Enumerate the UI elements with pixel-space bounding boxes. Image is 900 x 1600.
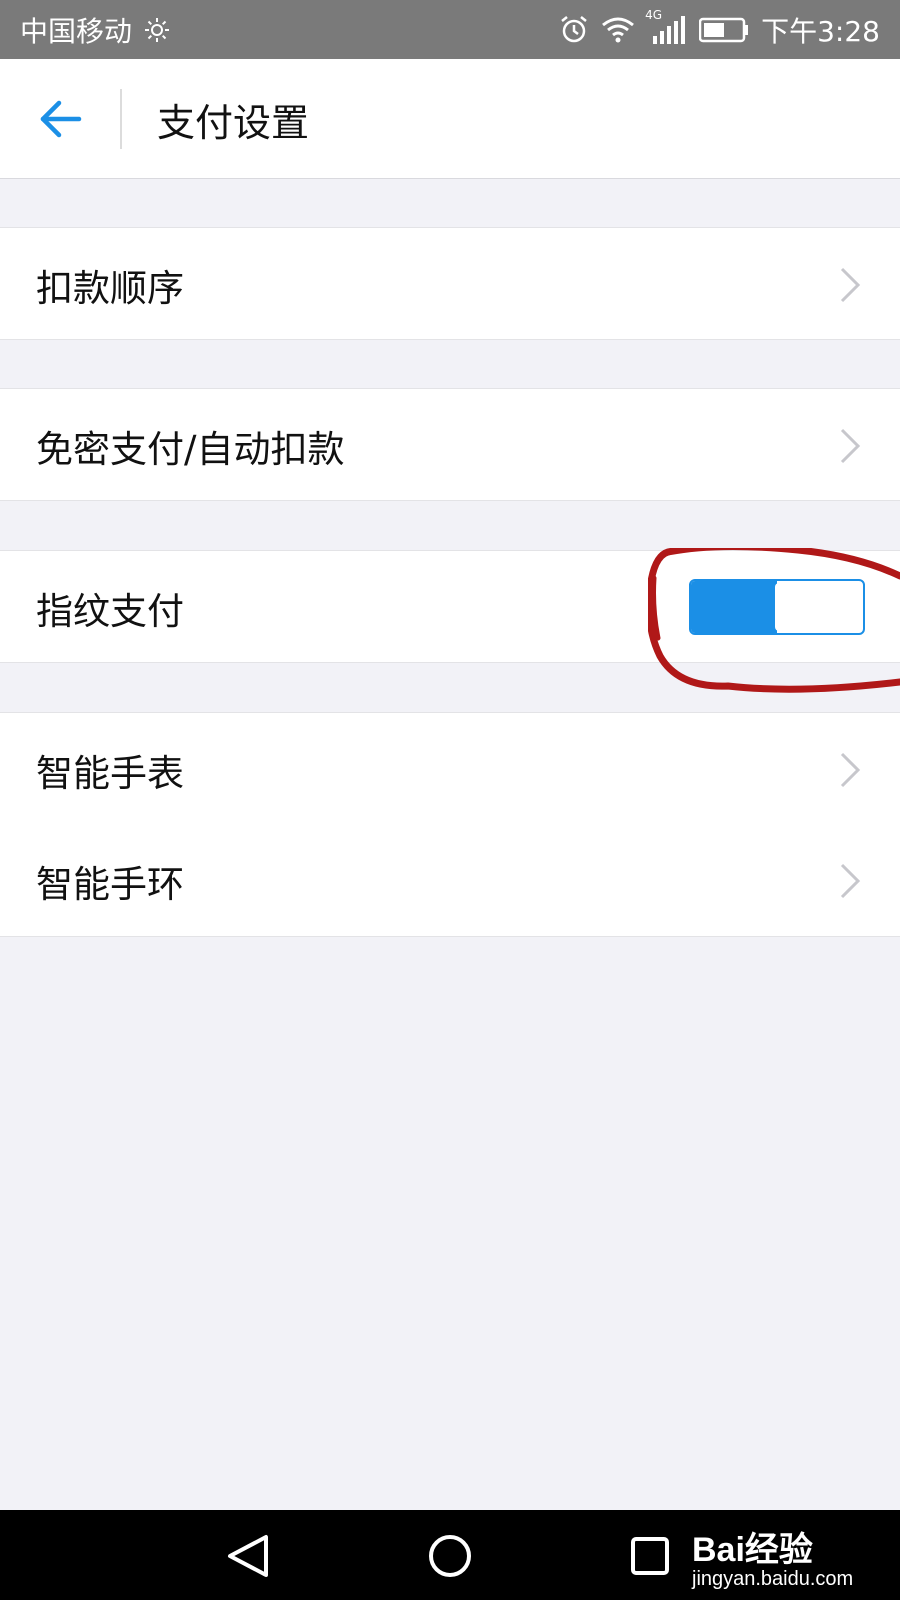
settings-item-fingerprint-pay: 指纹支付 [0, 550, 900, 663]
alarm-icon [559, 15, 589, 45]
settings-item-label: 扣款顺序 [36, 266, 184, 310]
header-divider [120, 89, 122, 149]
status-left: 中国移动 [20, 10, 170, 50]
toggle-fill [691, 581, 777, 633]
signal-icon: 4G [645, 8, 687, 44]
status-time: 下午3:28 [761, 14, 880, 48]
app-header: 支付设置 [0, 59, 900, 179]
back-triangle-icon [228, 1535, 268, 1577]
recents-square-icon [631, 1537, 669, 1575]
sun-icon [144, 17, 170, 43]
page-title: 支付设置 [157, 100, 310, 145]
settings-item-label: 智能手环 [36, 862, 184, 906]
settings-item-label: 指纹支付 [36, 589, 184, 633]
status-right: 4G 下午3:28 [559, 8, 880, 50]
network-type: 4G [645, 7, 663, 22]
battery-icon [699, 17, 749, 43]
chevron-right-icon [830, 389, 870, 502]
toggle-knob [775, 583, 861, 631]
settings-item-label: 智能手表 [36, 751, 184, 795]
settings-item-smart-band[interactable]: 智能手环 [0, 824, 900, 937]
fingerprint-pay-toggle[interactable] [689, 579, 865, 635]
nav-back-button[interactable] [218, 1530, 278, 1582]
back-button[interactable] [30, 89, 92, 149]
home-circle-icon [429, 1535, 471, 1577]
carrier-name: 中国移动 [20, 14, 133, 48]
nav-home-button[interactable] [420, 1530, 480, 1582]
wifi-icon [601, 16, 635, 44]
settings-item-deduction-order[interactable]: 扣款顺序 [0, 227, 900, 340]
settings-item-password-free-pay[interactable]: 免密支付/自动扣款 [0, 388, 900, 501]
status-bar: 中国移动 4G 下午3:28 [0, 0, 900, 59]
back-arrow-icon [40, 100, 82, 138]
settings-item-smart-watch[interactable]: 智能手表 [0, 712, 900, 825]
system-nav-bar [0, 1510, 900, 1600]
settings-item-label: 免密支付/自动扣款 [36, 427, 345, 471]
chevron-right-icon [830, 228, 870, 341]
chevron-right-icon [830, 824, 870, 937]
nav-recents-button[interactable] [620, 1530, 680, 1582]
chevron-right-icon [830, 713, 870, 826]
